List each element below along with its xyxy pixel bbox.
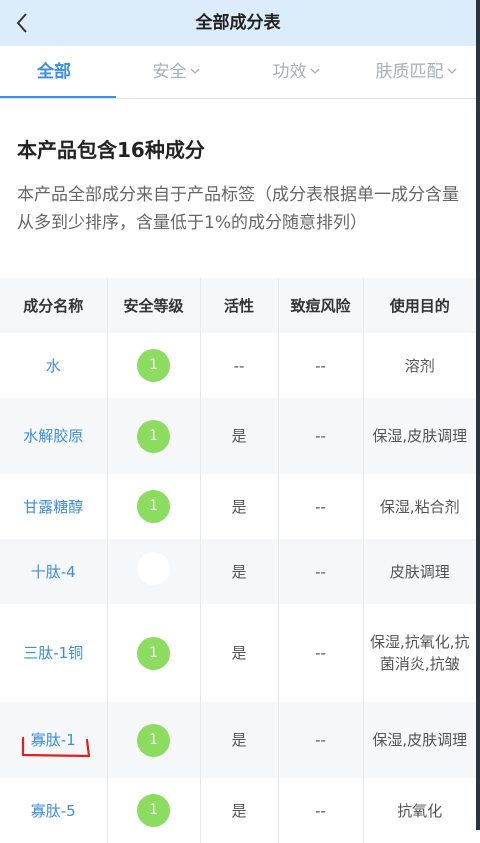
active-tab-indicator	[0, 96, 116, 98]
column-header: 安全等级	[107, 278, 201, 333]
safety-level-badge: 1	[137, 636, 170, 670]
column-header: 成分名称	[0, 278, 108, 333]
purpose-cell: 皮肤调理	[363, 539, 476, 604]
ingredient-name-link[interactable]: 十肽-4	[31, 563, 76, 581]
chevron-down-icon	[447, 68, 456, 74]
safety-level-badge: 1	[137, 490, 170, 523]
table-row[interactable]: 水 1 -- -- 溶剂	[0, 333, 476, 398]
table-row[interactable]: 三肽-1铜 1 是 -- 保湿,抗氧化,抗菌消炎,抗皱	[0, 604, 476, 702]
column-header: 活性	[200, 278, 279, 333]
tab-all[interactable]: 全部	[0, 46, 108, 98]
ingredient-name-link[interactable]: 甘露糖醇	[23, 498, 83, 516]
purpose-cell: 溶剂	[404, 356, 435, 375]
chevron-down-icon	[310, 68, 319, 74]
ingredient-name-link[interactable]: 寡肽-1	[31, 731, 76, 749]
acne-risk-cell: --	[278, 398, 364, 474]
ingredient-name-link[interactable]: 水	[46, 357, 61, 375]
acne-risk-cell: --	[278, 474, 364, 539]
table-row[interactable]: 十肽-4 是 -- 皮肤调理	[0, 539, 476, 604]
tab-bar: 全部 安全 功效 肤质匹配	[0, 46, 476, 99]
column-header: 致痘风险	[278, 278, 364, 333]
acne-risk-cell: --	[278, 604, 364, 702]
ingredient-count-headline: 本产品包含16种成分	[17, 134, 205, 163]
column-header: 使用目的	[363, 278, 476, 333]
activity-cell: 是	[200, 702, 279, 778]
acne-risk-cell: --	[278, 333, 364, 398]
activity-cell: 是	[200, 778, 279, 843]
tab-efficacy[interactable]: 功效	[236, 46, 356, 98]
ingredient-table: 成分名称 安全等级 活性 致痘风险 使用目的 水 1 -- -- 溶剂 水解胶原…	[0, 278, 476, 843]
tab-skin-match[interactable]: 肤质匹配	[356, 46, 476, 98]
safety-level-badge: 1	[137, 419, 170, 453]
acne-risk-cell: --	[278, 778, 364, 843]
table-row[interactable]: 寡肽-1 1 是 -- 保湿,皮肤调理	[0, 702, 476, 778]
safety-level-badge	[137, 552, 170, 585]
table-row[interactable]: 水解胶原 1 是 -- 保湿,皮肤调理	[0, 398, 476, 474]
ingredient-source-description: 本产品全部成分来自于产品标签（成分表根据单一成分含量从多到少排序，含量低于1%的…	[17, 185, 459, 233]
safety-level-badge: 1	[137, 794, 170, 827]
safety-level-badge: 1	[137, 723, 170, 757]
ingredient-name-link[interactable]: 三肽-1铜	[23, 644, 83, 662]
ingredient-name-link[interactable]: 寡肽-5	[31, 802, 76, 820]
activity-cell: 是	[200, 474, 279, 539]
activity-cell: 是	[200, 398, 279, 474]
activity-cell: --	[200, 333, 279, 398]
activity-cell: 是	[200, 539, 279, 604]
headline-text: 本产品包含16种成分	[17, 138, 205, 162]
table-row[interactable]: 寡肽-5 1 是 -- 抗氧化	[0, 778, 476, 843]
acne-risk-cell: --	[278, 702, 364, 778]
tab-label: 全部	[37, 62, 71, 82]
table-header-row: 成分名称 安全等级 活性 致痘风险 使用目的	[0, 278, 476, 333]
tab-safety[interactable]: 安全	[116, 46, 236, 98]
table-row[interactable]: 甘露糖醇 1 是 -- 保湿,粘合剂	[0, 474, 476, 539]
top-bar: 全部成分表	[0, 0, 476, 46]
tab-label: 肤质匹配	[375, 62, 444, 82]
chevron-down-icon	[190, 68, 199, 74]
safety-level-badge: 1	[137, 349, 170, 382]
acne-risk-cell: --	[278, 539, 364, 604]
page-title: 全部成分表	[195, 13, 281, 33]
tab-label: 功效	[272, 62, 307, 82]
purpose-cell: 保湿,抗氧化,抗菌消炎,抗皱	[369, 633, 470, 673]
window-edge	[476, 0, 480, 830]
purpose-cell: 保湿,皮肤调理	[363, 702, 476, 778]
tab-label: 安全	[152, 62, 187, 82]
activity-cell: 是	[200, 604, 279, 702]
purpose-cell: 抗氧化	[397, 801, 443, 820]
purpose-cell: 保湿,皮肤调理	[363, 398, 476, 474]
purpose-cell: 保湿,粘合剂	[379, 497, 460, 516]
ingredient-name-link[interactable]: 水解胶原	[23, 427, 83, 445]
